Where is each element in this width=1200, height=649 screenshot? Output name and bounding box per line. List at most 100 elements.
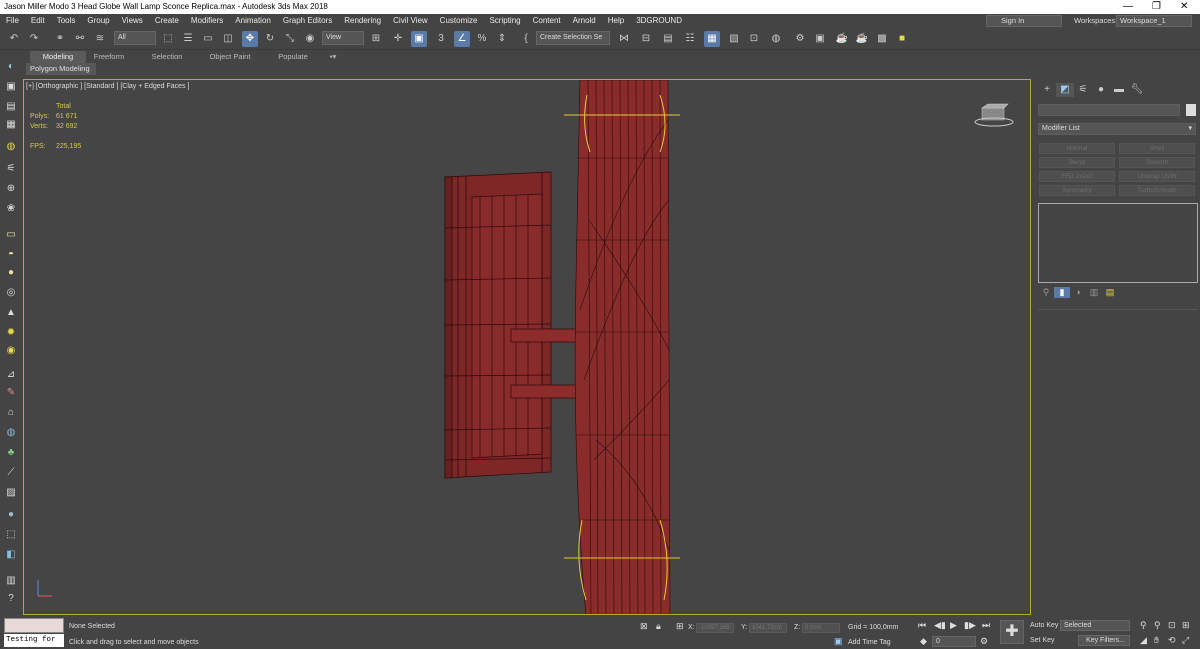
modifier-normal-button[interactable]: Normal	[1039, 143, 1115, 154]
time-tag-icon[interactable]: ▣	[834, 636, 843, 647]
grid-tool-icon[interactable]: ▦	[4, 118, 18, 132]
object-color-swatch[interactable]	[1186, 104, 1196, 116]
add-time-tag[interactable]: Add Time Tag	[848, 639, 891, 646]
polygon-modeling-panel[interactable]: Polygon Modeling	[26, 63, 96, 75]
tab-populate[interactable]: Populate	[268, 51, 318, 63]
viewcube-icon[interactable]	[974, 100, 1014, 128]
display-tab-icon[interactable]: ▬	[1110, 83, 1128, 97]
menu-rendering[interactable]: Rendering	[338, 14, 387, 28]
play-icon[interactable]: ▶	[950, 620, 957, 631]
render-setup-icon[interactable]: ⚙	[792, 31, 808, 47]
list-tool-icon[interactable]: ▤	[4, 100, 18, 114]
helper-tool-icon[interactable]: ⊕	[4, 182, 18, 196]
menu-views[interactable]: Views	[116, 14, 149, 28]
tab-selection[interactable]: Selection	[140, 51, 194, 63]
undo-icon[interactable]: ↶	[6, 31, 22, 47]
menu-animation[interactable]: Animation	[229, 14, 277, 28]
menu-edit[interactable]: Edit	[25, 14, 51, 28]
select-move-icon[interactable]: ✥	[242, 31, 258, 47]
key-mode-icon[interactable]: ◆	[920, 636, 927, 647]
sun-tool-icon[interactable]: ✹	[4, 326, 18, 340]
align-icon[interactable]: ⊟	[638, 31, 654, 47]
shape-tool-icon[interactable]: ❀	[4, 202, 18, 216]
render-iterative-icon[interactable]: ▩	[874, 31, 890, 47]
time-config-icon[interactable]: ⚙	[980, 636, 988, 647]
remove-modifier-icon[interactable]: ▥	[1086, 287, 1102, 298]
viewport-tool-icon[interactable]: ◧	[4, 548, 18, 562]
scene-explorer-icon[interactable]: ▤	[660, 31, 676, 47]
ribbon-options-icon[interactable]: ▪▾	[324, 51, 342, 63]
sphere-tool-icon[interactable]: ●	[4, 266, 18, 280]
dome-tool-icon[interactable]: ◓	[4, 248, 18, 262]
goto-start-icon[interactable]: ⏮	[918, 620, 926, 631]
selection-filter-select[interactable]: All	[114, 31, 156, 45]
menu-scripting[interactable]: Scripting	[483, 14, 526, 28]
scene-explorer-tool-icon[interactable]: ◐	[4, 60, 18, 74]
render-in-cloud-icon[interactable]: ■	[894, 31, 910, 47]
object-name-field[interactable]	[1038, 104, 1180, 116]
redo-icon[interactable]: ↷	[26, 31, 42, 47]
unlink-icon[interactable]: ⚯	[72, 31, 88, 47]
layers-tool-icon[interactable]: ▥	[4, 574, 18, 588]
z-coordinate-field[interactable]: 0,0cm	[802, 623, 840, 633]
orthographic-viewport[interactable]: [+] [Orthographic ] [Standard ] [Clay + …	[23, 79, 1031, 615]
modifier-stack[interactable]	[1038, 203, 1198, 283]
rect-selection-icon[interactable]: ▭	[200, 31, 216, 47]
pivot-center-icon[interactable]: ⊞	[368, 31, 384, 47]
plant-tool-icon[interactable]: ♣	[4, 446, 18, 460]
cone-tool-icon[interactable]: ▲	[4, 306, 18, 320]
stairs-tool-icon[interactable]: ⟋	[4, 466, 18, 480]
menu-modifiers[interactable]: Modifiers	[185, 14, 229, 28]
door-tool-icon[interactable]: ▨	[4, 486, 18, 500]
select-object-icon[interactable]: ⬚	[160, 31, 176, 47]
tab-modeling[interactable]: Modeling	[30, 51, 86, 63]
utilities-tab-icon[interactable]: 🔧︎	[1128, 83, 1146, 97]
hierarchy-tool-icon[interactable]: ⚟	[4, 162, 18, 176]
auto-key-button[interactable]: Auto Key	[1028, 620, 1058, 632]
hierarchy-tab-icon[interactable]: ⚟	[1074, 83, 1092, 97]
particle-tool-icon[interactable]: ✎	[4, 386, 18, 400]
help-tool-icon[interactable]: ?	[4, 592, 18, 606]
select-place-icon[interactable]: ◉	[302, 31, 318, 47]
menu-create[interactable]: Create	[149, 14, 185, 28]
create-tab-icon[interactable]: +	[1038, 83, 1056, 97]
schematic-view-icon[interactable]: ⊡	[746, 31, 762, 47]
menu-civil-view[interactable]: Civil View	[387, 14, 434, 28]
isolate-selection-icon[interactable]: ⊠	[640, 621, 648, 632]
pan-icon[interactable]: ✋︎	[1154, 635, 1159, 646]
named-selection-set-select[interactable]: Create Selection Se	[536, 31, 610, 45]
modifier-tool-icon[interactable]: ⬚	[4, 528, 18, 542]
display-tool-icon[interactable]: ▣	[4, 80, 18, 94]
next-frame-icon[interactable]: ▮▶	[964, 620, 976, 631]
menu-arnold[interactable]: Arnold	[567, 14, 602, 28]
select-rotate-icon[interactable]: ↻	[262, 31, 278, 47]
angle-snap-icon[interactable]: ∠	[454, 31, 470, 47]
select-by-name-icon[interactable]: ☰	[180, 31, 196, 47]
modifier-ffd-button[interactable]: FFD 2x2x2	[1039, 171, 1115, 182]
menu-3dground[interactable]: 3DGROUND	[630, 14, 688, 28]
menu-graph-editors[interactable]: Graph Editors	[277, 14, 338, 28]
menu-customize[interactable]: Customize	[434, 14, 484, 28]
field-of-view-icon[interactable]: ◢	[1140, 635, 1147, 646]
current-frame-field[interactable]: 0	[932, 636, 976, 647]
viewport-label[interactable]: [+] [Orthographic ] [Standard ] [Clay + …	[26, 83, 189, 90]
orbit-icon[interactable]: ⟲	[1168, 635, 1176, 646]
render-activeshade-icon[interactable]: ☕	[854, 31, 870, 47]
modify-tab-icon[interactable]: ◩	[1056, 83, 1074, 97]
zoom-icon[interactable]: ⚲	[1140, 620, 1147, 631]
previous-frame-icon[interactable]: ◀▮	[934, 620, 946, 631]
close-button[interactable]: ✕	[1180, 0, 1188, 14]
mirror-icon[interactable]: ⋈	[616, 31, 632, 47]
workspace-select[interactable]: Workspace_1	[1116, 15, 1192, 27]
key-set-select[interactable]: Selected	[1060, 620, 1130, 631]
key-filters-button[interactable]: Key Filters...	[1078, 635, 1130, 646]
minimize-button[interactable]: —	[1123, 0, 1133, 14]
percent-snap-icon[interactable]: %	[474, 31, 490, 47]
tab-object-paint[interactable]: Object Paint	[200, 51, 260, 63]
reference-coord-select[interactable]: View	[322, 31, 364, 45]
modifier-shell-button[interactable]: Shell	[1119, 143, 1195, 154]
listener-input[interactable]: Testing for :	[4, 634, 64, 649]
menu-tools[interactable]: Tools	[51, 14, 82, 28]
y-coordinate-field[interactable]: 1041,72cm	[749, 623, 787, 633]
tab-freeform[interactable]: Freeform	[86, 51, 132, 63]
